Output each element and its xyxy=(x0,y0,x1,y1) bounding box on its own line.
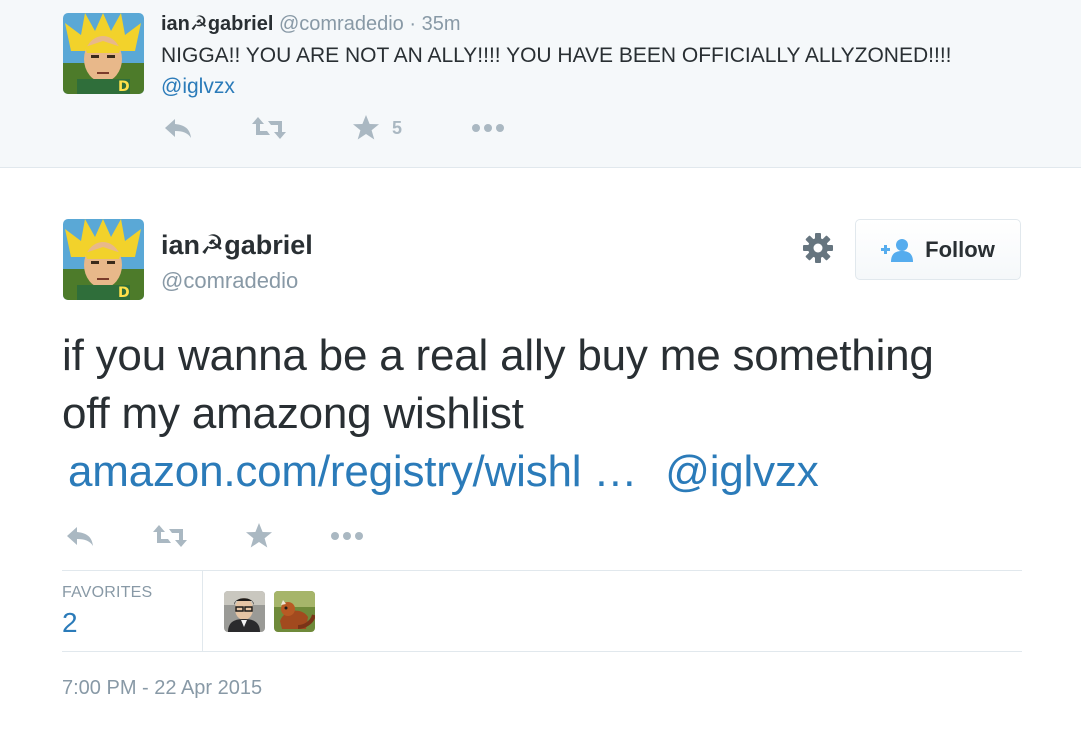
retweet-button[interactable] xyxy=(251,115,287,141)
gear-icon xyxy=(803,233,833,263)
parent-tweet[interactable]: D ian☭gabriel @comradedio · 35m NIGGA!! … xyxy=(0,0,1081,168)
reply-icon xyxy=(67,527,93,546)
wishlist-link[interactable]: amazon.com/registry/wishl … xyxy=(68,447,637,496)
main-tweet-body: if you wanna be a real ally buy me somet… xyxy=(62,331,934,438)
more-dots-icon xyxy=(472,124,504,132)
favoriter-avatar[interactable] xyxy=(274,591,315,632)
tweet-timestamp: 7:00 PM - 22 Apr 2015 xyxy=(62,677,263,699)
favoriter-avatar[interactable] xyxy=(224,591,265,632)
main-author-handle[interactable]: @comradedio xyxy=(161,268,298,294)
parent-favorite-count: 5 xyxy=(392,117,403,138)
parent-tweet-text: NIGGA!! YOU ARE NOT AN ALLY!!!! YOU HAVE… xyxy=(161,40,1021,102)
retweet-icon xyxy=(153,525,187,547)
favorite-button[interactable]: 5 xyxy=(352,114,402,142)
parent-avatar[interactable]: D xyxy=(63,13,144,94)
more-dots-icon xyxy=(331,532,363,540)
svg-text:D: D xyxy=(118,285,130,300)
favorite-button[interactable] xyxy=(245,522,273,550)
favorites-label: FAVORITES xyxy=(62,584,153,601)
main-tweet-text: if you wanna be a real ally buy me somet… xyxy=(62,327,962,501)
person-with-glasses-avatar-icon xyxy=(224,591,265,632)
parent-tweet-time[interactable]: 35m xyxy=(422,13,461,35)
more-button[interactable] xyxy=(330,530,364,542)
follow-button[interactable]: Follow xyxy=(855,219,1021,280)
star-icon xyxy=(353,115,379,140)
reply-button[interactable] xyxy=(65,523,95,549)
star-icon xyxy=(246,523,272,548)
parent-author-handle[interactable]: @comradedio xyxy=(279,13,404,35)
anime-avatar-icon: D xyxy=(63,219,144,300)
add-user-icon xyxy=(881,238,914,262)
follow-label: Follow xyxy=(925,236,995,262)
favorites-count[interactable]: 2 xyxy=(62,607,78,639)
parent-author-name[interactable]: ian☭gabriel xyxy=(161,13,273,35)
header-separator: · xyxy=(409,13,417,35)
parent-tweet-body: NIGGA!! YOU ARE NOT AN ALLY!!!! YOU HAVE… xyxy=(161,44,952,67)
parent-mention-link[interactable]: @iglvzx xyxy=(161,75,235,98)
anime-avatar-icon: D xyxy=(63,13,144,94)
main-mention-link[interactable]: @iglvzx xyxy=(665,447,818,496)
main-author-name[interactable]: ian☭gabriel xyxy=(161,230,313,261)
user-actions-button[interactable] xyxy=(800,230,836,266)
more-button[interactable] xyxy=(471,122,505,134)
reply-button[interactable] xyxy=(163,115,193,141)
reply-icon xyxy=(165,119,191,138)
retweet-button[interactable] xyxy=(152,523,188,549)
parent-tweet-header: ian☭gabriel @comradedio · 35m xyxy=(161,12,460,36)
main-tweet-links: amazon.com/registry/wishl … @iglvzx xyxy=(62,443,962,501)
retweet-icon xyxy=(252,117,286,139)
main-avatar[interactable]: D xyxy=(63,219,144,300)
tweet-stats: FAVORITES 2 xyxy=(62,570,1022,652)
svg-text:D: D xyxy=(118,79,130,94)
red-panda-avatar-icon xyxy=(274,591,315,632)
favorites-stat[interactable]: FAVORITES 2 xyxy=(62,571,203,651)
